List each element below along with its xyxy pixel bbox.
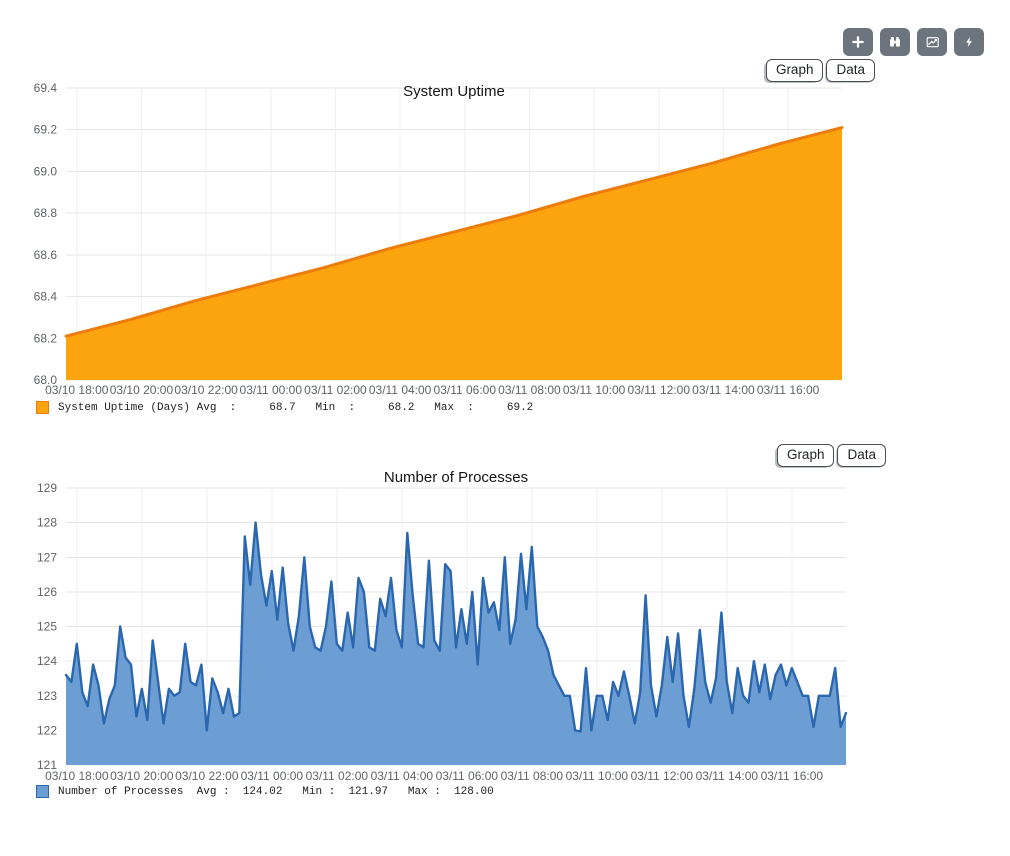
svg-text:69.4: 69.4 bbox=[34, 82, 58, 95]
uptime-area-chart: 68.068.268.468.668.869.069.269.403/10 18… bbox=[0, 82, 1010, 412]
processes-area-chart: 12112212312412512612712812903/10 18:0003… bbox=[0, 470, 1010, 800]
svg-text:03/11 08:00: 03/11 08:00 bbox=[498, 383, 561, 397]
svg-text:03/11 10:00: 03/11 10:00 bbox=[566, 769, 629, 783]
svg-text:68.2: 68.2 bbox=[34, 331, 58, 345]
view-graphs-button[interactable] bbox=[917, 28, 947, 56]
svg-text:03/11 04:00: 03/11 04:00 bbox=[369, 383, 432, 397]
svg-text:03/10 18:00: 03/10 18:00 bbox=[45, 383, 109, 397]
actions-button[interactable] bbox=[954, 28, 984, 56]
uptime-legend-text: System Uptime (Days) Avg : 68.7 Min : 68… bbox=[58, 402, 533, 414]
svg-text:68.6: 68.6 bbox=[34, 248, 58, 262]
add-graph-button[interactable] bbox=[843, 28, 873, 56]
svg-text:03/11 12:00: 03/11 12:00 bbox=[628, 383, 691, 397]
svg-text:123: 123 bbox=[37, 689, 57, 703]
svg-text:69.2: 69.2 bbox=[34, 123, 58, 137]
svg-text:68.4: 68.4 bbox=[34, 290, 58, 304]
svg-text:03/10 22:00: 03/10 22:00 bbox=[175, 769, 239, 783]
system-statistics-page: Graph Data 68.068.268.468.668.869.069.26… bbox=[0, 0, 1010, 856]
svg-text:03/11 02:00: 03/11 02:00 bbox=[304, 383, 367, 397]
svg-text:03/11 00:00: 03/11 00:00 bbox=[241, 769, 304, 783]
svg-text:03/11 06:00: 03/11 06:00 bbox=[436, 769, 499, 783]
svg-text:03/11 14:00: 03/11 14:00 bbox=[692, 383, 755, 397]
svg-text:68.8: 68.8 bbox=[34, 206, 58, 220]
processes-tabs: Graph Data bbox=[777, 444, 886, 467]
tab-data-processes[interactable]: Data bbox=[837, 444, 886, 467]
search-graphs-button[interactable] bbox=[880, 28, 910, 56]
svg-text:03/11 16:00: 03/11 16:00 bbox=[757, 383, 820, 397]
svg-text:03/11 10:00: 03/11 10:00 bbox=[563, 383, 626, 397]
tab-graph-processes[interactable]: Graph bbox=[777, 444, 835, 467]
line-chart-icon bbox=[924, 34, 941, 50]
svg-text:125: 125 bbox=[37, 620, 57, 634]
plus-icon bbox=[850, 34, 866, 50]
svg-text:03/11 00:00: 03/11 00:00 bbox=[240, 383, 303, 397]
svg-text:System Uptime: System Uptime bbox=[403, 83, 505, 100]
lightning-icon bbox=[962, 34, 976, 50]
svg-text:03/10 20:00: 03/10 20:00 bbox=[110, 383, 174, 397]
svg-text:03/11 08:00: 03/11 08:00 bbox=[501, 769, 564, 783]
svg-text:03/10 22:00: 03/10 22:00 bbox=[174, 383, 238, 397]
svg-text:03/11 12:00: 03/11 12:00 bbox=[631, 769, 694, 783]
svg-text:Number of Processes: Number of Processes bbox=[384, 470, 528, 486]
tab-data-uptime[interactable]: Data bbox=[826, 59, 875, 82]
svg-text:69.0: 69.0 bbox=[34, 164, 58, 178]
svg-text:126: 126 bbox=[37, 585, 57, 599]
binoculars-icon bbox=[887, 34, 903, 50]
tab-graph-uptime[interactable]: Graph bbox=[766, 59, 824, 82]
uptime-tabs: Graph Data bbox=[766, 59, 875, 82]
svg-text:03/11 06:00: 03/11 06:00 bbox=[434, 383, 497, 397]
svg-text:03/11 14:00: 03/11 14:00 bbox=[696, 769, 759, 783]
uptime-legend: System Uptime (Days) Avg : 68.7 Min : 68… bbox=[36, 401, 533, 414]
svg-text:127: 127 bbox=[37, 550, 57, 564]
svg-text:122: 122 bbox=[37, 723, 57, 737]
svg-text:129: 129 bbox=[37, 481, 57, 495]
processes-legend-swatch bbox=[36, 785, 49, 798]
svg-text:124: 124 bbox=[37, 654, 57, 668]
svg-text:03/10 20:00: 03/10 20:00 bbox=[110, 769, 174, 783]
svg-text:03/11 16:00: 03/11 16:00 bbox=[761, 769, 824, 783]
svg-text:03/11 04:00: 03/11 04:00 bbox=[371, 769, 434, 783]
svg-text:03/11 02:00: 03/11 02:00 bbox=[306, 769, 369, 783]
processes-legend: Number of Processes Avg : 124.02 Min : 1… bbox=[36, 785, 494, 798]
processes-legend-text: Number of Processes Avg : 124.02 Min : 1… bbox=[58, 786, 494, 798]
graph-toolbar bbox=[843, 28, 984, 56]
uptime-legend-swatch bbox=[36, 401, 49, 414]
svg-text:128: 128 bbox=[37, 516, 57, 530]
svg-text:03/10 18:00: 03/10 18:00 bbox=[45, 769, 109, 783]
